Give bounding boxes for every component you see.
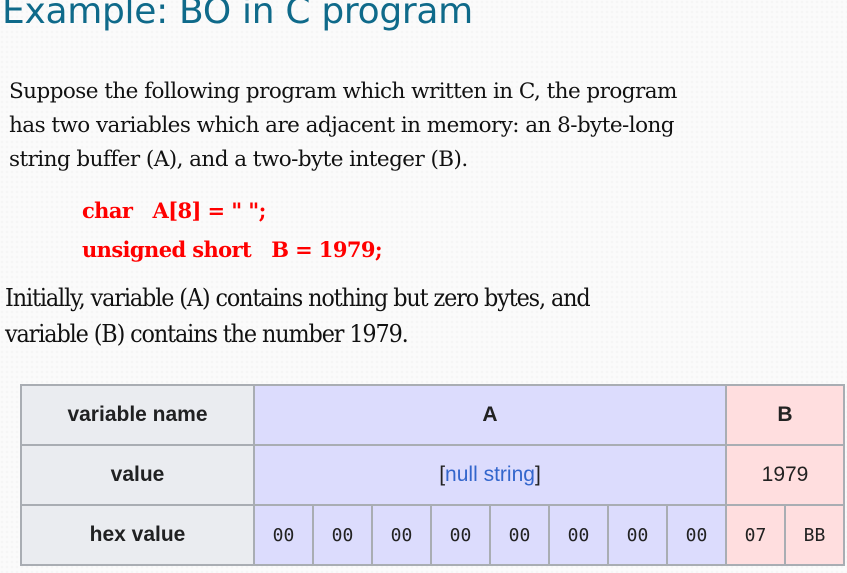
variable-b-name: B [725, 384, 845, 446]
explanation-line: variable (B) contains the number 1979. [5, 320, 409, 348]
hex-byte-a: 00 [548, 504, 609, 566]
intro-line: Suppose the following program which writ… [9, 79, 677, 104]
table-row-value: value [null string] 1979 [20, 444, 845, 506]
variable-b-value: 1979 [725, 444, 845, 506]
row-header-hex-value: hex value [20, 504, 255, 566]
bracket-close: ] [534, 463, 541, 486]
hex-byte-a: 00 [489, 504, 550, 566]
table-row-variable-name: variable name A B [20, 384, 845, 446]
variable-a-value: [null string] [253, 444, 727, 506]
hex-byte-a: 00 [666, 504, 727, 566]
explanation-line: Initially, variable (A) contains nothing… [5, 284, 591, 312]
memory-layout-table: variable name A B value [null string] 19… [20, 384, 845, 566]
row-header-value: value [20, 444, 255, 506]
hex-byte-b: 07 [725, 504, 786, 566]
code-line-unsigned-short: unsigned short B = 1979; [82, 237, 383, 262]
explanation-paragraph: Initially, variable (A) contains nothing… [5, 280, 591, 352]
variable-a-name: A [253, 384, 727, 446]
intro-paragraph: Suppose the following program which writ… [9, 75, 677, 177]
hex-byte-a: 00 [607, 504, 668, 566]
hex-byte-a: 00 [253, 504, 314, 566]
code-line-char-array: char A[8] = " "; [82, 198, 266, 223]
intro-line: string buffer (A), and a two-byte intege… [9, 147, 468, 172]
hex-byte-b: BB [784, 504, 845, 566]
hex-byte-a: 00 [371, 504, 432, 566]
table-row-hex-value: hex value 00 00 00 00 00 00 00 00 07 BB [20, 504, 845, 566]
hex-byte-a: 00 [430, 504, 491, 566]
intro-line: has two variables which are adjacent in … [9, 113, 675, 138]
slide-title: Example: BO in C program [2, 0, 473, 32]
row-header-variable-name: variable name [20, 384, 255, 446]
null-string-link[interactable]: null string [445, 463, 535, 486]
hex-byte-a: 00 [312, 504, 373, 566]
